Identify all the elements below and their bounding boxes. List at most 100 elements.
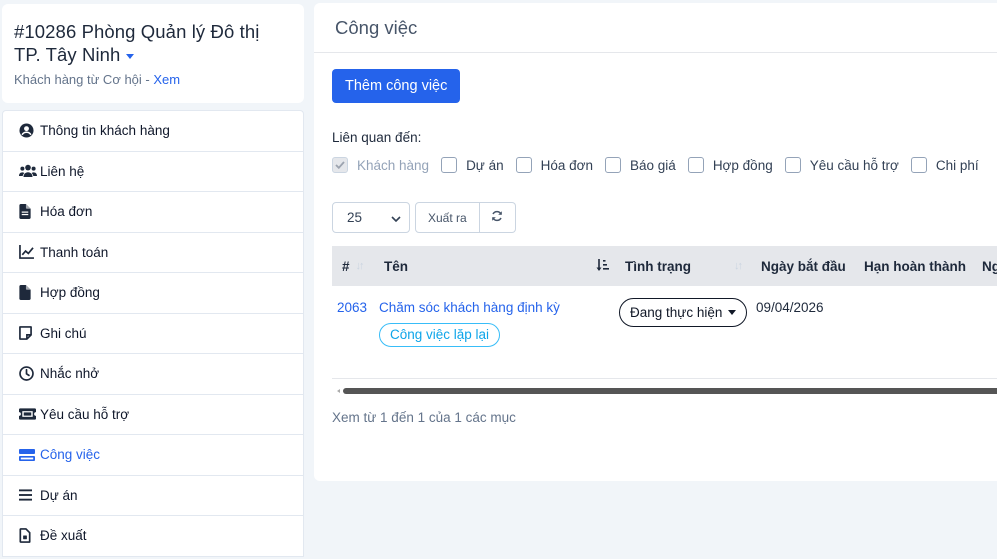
column-id[interactable]: # ↓↑ bbox=[342, 246, 365, 286]
filter-expense[interactable]: Chi phí bbox=[910, 157, 979, 173]
ticket-icon bbox=[19, 408, 37, 420]
tab-label: Ghi chú bbox=[40, 325, 87, 341]
recurring-task-badge: Công việc lặp lại bbox=[379, 323, 501, 347]
column-label: Hạn hoàn thành bbox=[864, 258, 966, 274]
checkbox-ticket[interactable] bbox=[784, 157, 801, 173]
tab-label: Đề xuất bbox=[40, 528, 87, 544]
line-chart-icon bbox=[19, 245, 37, 260]
task-name-link[interactable]: Chăm sóc khách hàng định kỳ bbox=[379, 300, 560, 315]
task-name-cell: Chăm sóc khách hàng định kỳ Công việc lặ… bbox=[379, 300, 560, 347]
client-separator: - bbox=[141, 72, 154, 87]
related-to-label: Liên quan đến: bbox=[332, 130, 422, 145]
task-id[interactable]: 2063 bbox=[337, 300, 367, 315]
status-label: Đang thực hiện bbox=[630, 305, 723, 320]
tab-payments[interactable]: Thanh toán bbox=[3, 233, 303, 273]
checkbox-project[interactable] bbox=[441, 157, 458, 173]
export-button[interactable]: Xuất ra bbox=[415, 202, 480, 233]
tasks-panel: Công việc Thêm công việc Liên quan đến: … bbox=[314, 3, 997, 481]
sticky-note-icon bbox=[19, 326, 37, 341]
filter-label: Khách hàng bbox=[357, 157, 430, 173]
column-label: Ng bbox=[982, 258, 997, 274]
filter-project[interactable]: Dự án bbox=[441, 157, 504, 173]
task-start-date: 09/04/2026 bbox=[756, 300, 824, 315]
checkbox-customer bbox=[332, 157, 348, 173]
checkbox-estimate[interactable] bbox=[605, 157, 622, 173]
tab-tickets[interactable]: Yêu cầu hỗ trợ bbox=[3, 395, 303, 435]
tab-invoices[interactable]: Hóa đơn bbox=[3, 192, 303, 233]
tab-label: Dự án bbox=[40, 487, 78, 503]
page-size-select[interactable]: 25 bbox=[332, 202, 410, 233]
filter-label: Dự án bbox=[466, 157, 504, 173]
page-size-value: 25 bbox=[347, 210, 363, 225]
tab-label: Hợp đồng bbox=[40, 285, 100, 301]
task-status-cell: Đang thực hiện bbox=[619, 298, 748, 327]
tab-label: Thông tin khách hàng bbox=[40, 123, 170, 139]
chevron-down-icon bbox=[391, 210, 401, 225]
caret-down-icon bbox=[728, 310, 737, 315]
tab-label: Nhắc nhở bbox=[40, 366, 100, 382]
tab-contacts[interactable]: Liên hệ bbox=[3, 152, 303, 192]
tab-label: Hóa đơn bbox=[40, 204, 93, 220]
tab-label: Thanh toán bbox=[40, 244, 109, 260]
user-circle-icon bbox=[19, 123, 37, 138]
filter-label: Chi phí bbox=[935, 157, 979, 173]
column-status[interactable]: Tình trạng ↓↑ bbox=[625, 246, 745, 286]
tab-profile[interactable]: Thông tin khách hàng bbox=[3, 111, 303, 152]
filter-contract[interactable]: Hợp đồng bbox=[687, 157, 773, 173]
reload-button[interactable] bbox=[479, 202, 516, 233]
client-dropdown-caret-icon[interactable] bbox=[126, 53, 135, 59]
related-filters: Khách hàng Dự án Hóa đơn Báo giá Hợp đồn… bbox=[332, 157, 991, 173]
tab-label: Liên hệ bbox=[40, 163, 85, 179]
clock-icon bbox=[19, 366, 37, 382]
sort-desc-icon bbox=[596, 259, 610, 276]
page-title: Công việc bbox=[314, 3, 997, 53]
filter-ticket[interactable]: Yêu cầu hỗ trợ bbox=[784, 157, 899, 173]
filter-customer: Khách hàng bbox=[332, 157, 429, 173]
table-row: 2063 Chăm sóc khách hàng định kỳ Công vi… bbox=[332, 286, 997, 379]
client-source: Khách hàng từ Cơ hội bbox=[14, 72, 142, 87]
horizontal-scrollbar[interactable] bbox=[337, 387, 997, 395]
tab-proposals[interactable]: Đề xuất bbox=[3, 516, 303, 557]
file-proposal-icon bbox=[19, 528, 37, 544]
client-title: #10286 Phòng Quản lý Đô thị TP. Tây Ninh bbox=[14, 20, 292, 66]
add-task-button[interactable]: Thêm công việc bbox=[332, 69, 461, 103]
tab-reminders[interactable]: Nhắc nhở bbox=[3, 354, 303, 395]
table-controls: 25 Xuất ra bbox=[332, 202, 516, 233]
tab-contracts[interactable]: Hợp đồng bbox=[3, 273, 303, 314]
column-label: Tên bbox=[384, 258, 409, 274]
filter-invoice[interactable]: Hóa đơn bbox=[515, 157, 594, 173]
column-label: Tình trạng bbox=[625, 258, 691, 274]
filter-estimate[interactable]: Báo giá bbox=[605, 157, 676, 173]
bars-icon bbox=[19, 489, 37, 501]
sort-icon: ↓↑ bbox=[355, 260, 365, 272]
column-next[interactable]: Ng bbox=[982, 246, 997, 286]
tab-projects[interactable]: Dự án bbox=[3, 476, 303, 516]
checkbox-contract[interactable] bbox=[687, 157, 704, 173]
scroll-left-arrow-icon[interactable] bbox=[337, 389, 340, 393]
checkbox-expense[interactable] bbox=[910, 157, 927, 173]
checkbox-invoice[interactable] bbox=[515, 157, 532, 173]
column-start-date[interactable]: Ngày bắt đầu bbox=[761, 246, 846, 286]
scroll-thumb[interactable] bbox=[343, 388, 997, 394]
column-name[interactable]: Tên bbox=[384, 246, 610, 286]
sort-icon: ↓↑ bbox=[734, 260, 743, 272]
client-tabs: Thông tin khách hàng Liên hệ Hóa đơn Tha… bbox=[2, 110, 304, 557]
tab-tasks[interactable]: Công việc bbox=[3, 435, 303, 476]
column-due-date[interactable]: Hạn hoàn thành bbox=[864, 246, 966, 286]
task-status-dropdown[interactable]: Đang thực hiện bbox=[619, 298, 748, 327]
client-view-link[interactable]: Xem bbox=[153, 72, 180, 87]
tab-label: Yêu cầu hỗ trợ bbox=[40, 406, 130, 422]
export-group: Xuất ra bbox=[415, 202, 516, 233]
filter-label: Yêu cầu hỗ trợ bbox=[809, 157, 899, 173]
client-card: #10286 Phòng Quản lý Đô thị TP. Tây Ninh… bbox=[2, 4, 304, 103]
file-text-icon bbox=[19, 204, 37, 220]
client-title-line2: TP. Tây Ninh bbox=[14, 44, 121, 65]
tasks-icon bbox=[19, 448, 37, 461]
client-title-line1: #10286 Phòng Quản lý Đô thị bbox=[14, 21, 260, 42]
table-summary: Xem từ 1 đến 1 của 1 các mục bbox=[332, 410, 516, 425]
filter-label: Hóa đơn bbox=[540, 157, 594, 173]
tab-notes[interactable]: Ghi chú bbox=[3, 314, 303, 354]
refresh-icon bbox=[491, 209, 503, 227]
users-icon bbox=[19, 164, 37, 178]
tab-label: Công việc bbox=[40, 447, 101, 463]
